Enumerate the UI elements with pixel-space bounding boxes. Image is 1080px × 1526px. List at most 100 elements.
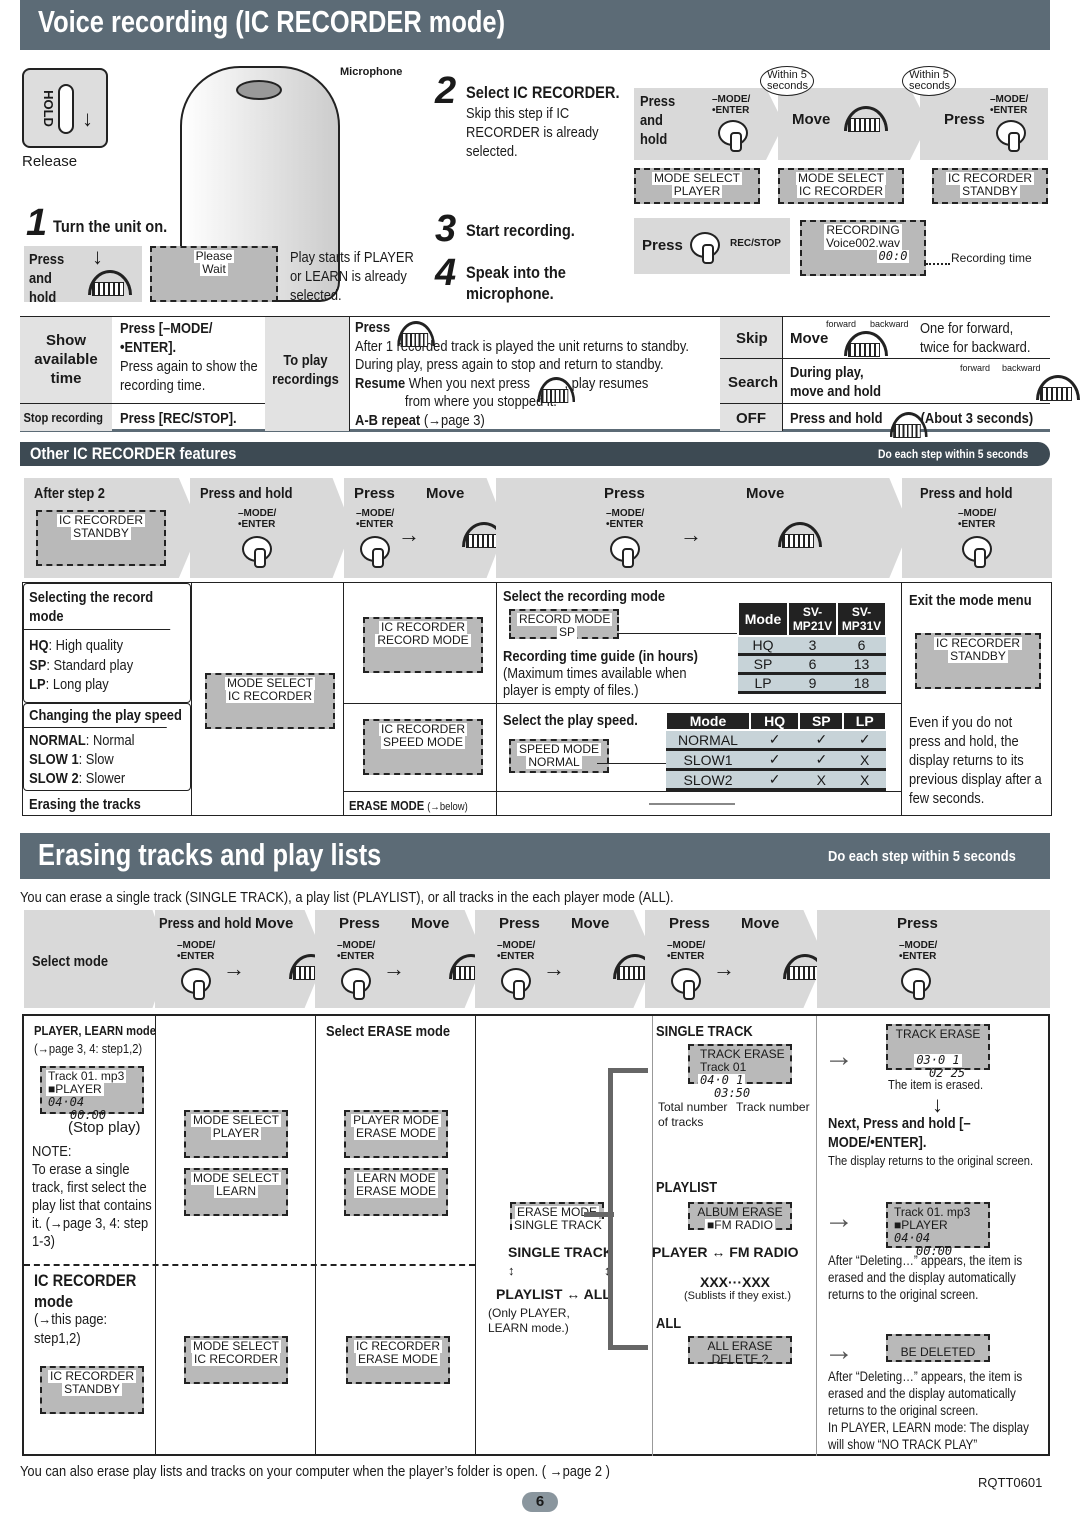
stop-label: Stop recording (23, 410, 103, 425)
table-cell: ✓ (750, 730, 800, 751)
strip-press-move-2: Press Move –MODE/ •ENTER → (496, 478, 910, 578)
panel-label: Move (411, 915, 450, 932)
speed-desc: : Normal (85, 732, 135, 749)
erased-text: The item is erased. (888, 1077, 984, 1092)
guide-title: Recording time guide (in hours) (503, 648, 698, 665)
mode-desc: : High quality (48, 637, 124, 654)
mode-key-label: –MODE/ •ENTER (238, 508, 277, 530)
erase-title: Erasing the tracks (29, 796, 141, 813)
erase-title: Erasing tracks and play lists (38, 837, 382, 872)
panel-label: Press (897, 915, 938, 932)
step-number: 2 (435, 70, 457, 112)
speed-code: SLOW 2 (29, 770, 79, 787)
flow-connector (584, 1212, 614, 1217)
flow-connector (608, 1068, 648, 1350)
note-label: NOTE: (32, 1143, 72, 1160)
table-header: LP (842, 711, 887, 731)
playlist-title: PLAYLIST (656, 1179, 718, 1196)
page-reference[interactable]: (→page 3) (424, 412, 485, 429)
page-reference[interactable]: (→page 3, 4: step1,2) (34, 1040, 142, 1057)
cycle-all: ALL (583, 1286, 611, 1302)
lcd-display: IC RECORDER STANDBY (932, 168, 1048, 204)
lcd-line: NORMAL (526, 755, 582, 769)
page-reference[interactable]: (→this page: step1,2) (34, 1310, 137, 1348)
press-button-icon (610, 536, 640, 568)
table-cell: SLOW1 (666, 749, 750, 771)
jog-lever-icon (1032, 375, 1080, 401)
lcd-display: MODE SELECT IC RECORDER (778, 168, 904, 204)
table-cell: 6 (837, 636, 886, 656)
table-header: SV-MP21V (787, 601, 838, 637)
lcd-display: PLAYER MODE ERASE MODE (344, 1110, 448, 1158)
lcd-line: ERASE MODE (355, 1352, 440, 1366)
table-cell: 6 (788, 654, 837, 675)
lcd-display: BE DELETED (886, 1334, 990, 1362)
panel-label: Press (944, 111, 985, 128)
page-reference[interactable]: (→below) (427, 801, 467, 813)
jog-lever-icon (840, 331, 888, 357)
arrow-right-icon: → (223, 956, 245, 981)
lcd-display: Track 01. mp3 ■PLAYER 04·0400:00 (886, 1202, 990, 1258)
press-button-icon (242, 536, 272, 568)
press-button-icon (360, 536, 390, 568)
press-hold-label: Press and hold (29, 251, 65, 306)
mode-key-label: –MODE/ •ENTER (899, 940, 938, 962)
single-track-title: SINGLE TRACK (656, 1023, 753, 1040)
lcd-line: ERASE MODE (353, 1184, 438, 1198)
lcd-display: IC RECORDER STANDBY (915, 633, 1041, 689)
mode-key-label: –MODE/ •ENTER (337, 940, 376, 962)
lcd-line: ERASE MODE (353, 1126, 438, 1140)
mode-key-label: –MODE/ •ENTER (177, 940, 216, 962)
jog-lever-icon (394, 321, 436, 348)
table-cell: 3 (788, 636, 837, 656)
features-title: Other IC RECORDER features (30, 444, 237, 463)
panel-label: Move (746, 485, 785, 502)
mode-desc: : Long play (45, 676, 109, 693)
cycle-single-track: SINGLE TRACK (508, 1244, 613, 1260)
lcd-line: DELETE ? (711, 1352, 769, 1366)
mode-key-label: –MODE/ •ENTER (990, 94, 1029, 116)
play-text: During play, press again to stop and ret… (355, 356, 664, 373)
table-cell: ✓ (799, 749, 844, 771)
table-cell: ✓ (750, 769, 800, 791)
select-rec-title: Select the recording mode (503, 588, 666, 605)
search-text: During play, move and hold (790, 364, 882, 400)
lcd-display: ALBUM ERASE ■FM RADIO (688, 1202, 792, 1232)
table-cell: SP (738, 654, 788, 675)
panel-label: Move (426, 485, 465, 502)
strip-after-step2: After step 2 IC RECORDER STANDBY (24, 478, 200, 578)
row-header: Show available time (20, 317, 112, 403)
step-title: Start recording. (466, 221, 575, 240)
backward-label: backward (870, 319, 909, 329)
panel-label: Move (741, 915, 780, 932)
mode-key-label: –MODE/ •ENTER (667, 940, 706, 962)
jog-lever-icon (84, 270, 132, 296)
step-title: Select IC RECORDER. (466, 83, 620, 102)
lcd-line: PLAYER (210, 1126, 262, 1140)
lcd-line: SINGLE TRACK (512, 1218, 604, 1232)
lcd-display: MODE SELECT IC RECORDER (205, 673, 335, 729)
strip-press-hold-exit: Press and hold –MODE/ •ENTER (902, 478, 1052, 578)
mode-key-label: –MODE/ •ENTER (356, 508, 395, 530)
mode-desc: : Standard play (46, 656, 134, 674)
lcd-display: Track 01. mp3 ■PLAYER 04·0400:00 (40, 1066, 144, 1122)
table-row: SLOW1 ✓ ✓ X (666, 749, 886, 771)
step-number: 4 (435, 252, 457, 294)
record-mode-title: Selecting the record mode (24, 584, 171, 630)
lcd-line: PLAYER (671, 184, 723, 198)
erase-strip-select: Select mode (24, 910, 170, 1008)
lcd-display: IC RECORDER ERASE MODE (346, 1336, 450, 1384)
footer-note: You can also erase play lists and tracks… (20, 1463, 610, 1480)
lcd-display: RECORDING Voice002.wav 00:0 (800, 220, 926, 276)
step-note: Skip this step if IC RECORDER is already… (466, 105, 599, 160)
lcd-line: SP (557, 625, 578, 639)
press-button-icon (962, 536, 992, 568)
select-erase-title: Select ERASE mode (326, 1023, 451, 1040)
table-row: LP 9 18 (738, 673, 886, 694)
panel-label: Press and hold (159, 915, 252, 932)
next-instruction: Next, Press and hold [–MODE/•ENTER]. (828, 1115, 971, 1151)
play-label: To play recordings (272, 352, 339, 388)
lcd-display: TRACK ERASE 03·0 102 25 (886, 1024, 990, 1080)
exit-note: Even if you do not press and hold, the d… (909, 714, 1042, 807)
lcd-display: MODE SELECT IC RECORDER (184, 1336, 288, 1384)
